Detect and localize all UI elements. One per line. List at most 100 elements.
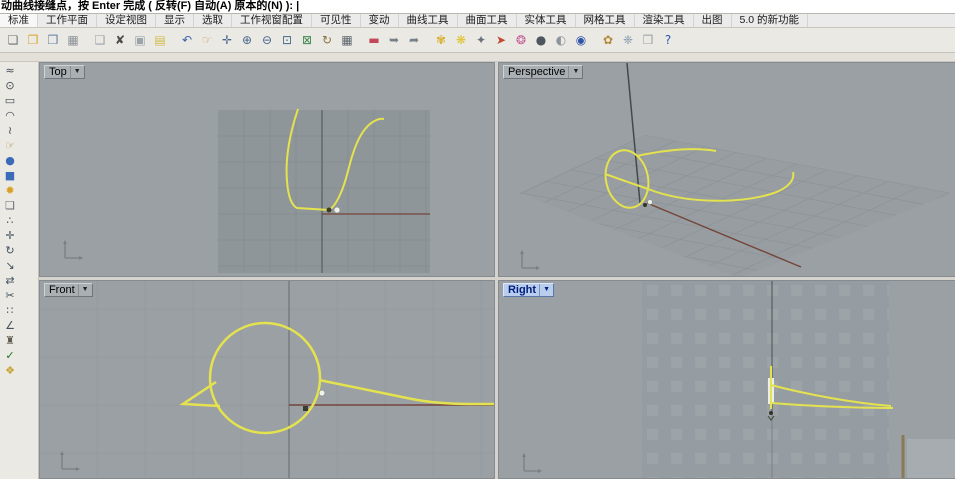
- view-undo-icon[interactable]: ➥: [385, 31, 403, 49]
- main-area: ≈ ⊙ ▭ ◠ ≀ ☞ ● ■ ✹ ❏ ∴ ✛ ↻ ↘ ⇄ ✂ ∷ ∠ ♜ ✓ ❖ Top ▼: [0, 62, 955, 479]
- rotate-icon[interactable]: ↻: [1, 244, 19, 258]
- explode-icon[interactable]: ✹: [1, 184, 19, 198]
- zoom-extents-icon[interactable]: ⊠: [298, 31, 316, 49]
- cplane-axis-icon: [519, 250, 540, 270]
- profile-curve[interactable]: [179, 321, 494, 435]
- pan-hand-icon[interactable]: ☞: [1, 139, 19, 153]
- material-icon[interactable]: ✿: [599, 31, 617, 49]
- menu-tab[interactable]: 5.0 的新功能: [732, 14, 809, 27]
- pan-hand-icon[interactable]: ☞: [198, 31, 216, 49]
- lock-icon[interactable]: ✦: [472, 31, 490, 49]
- menu-tab[interactable]: 曲线工具: [399, 14, 458, 27]
- rectangle-icon[interactable]: ▭: [1, 94, 19, 108]
- viewport-front-canvas[interactable]: [39, 281, 495, 479]
- render-sphere-icon[interactable]: ◉: [572, 31, 590, 49]
- viewport-top[interactable]: Top ▼: [38, 62, 495, 277]
- viewport-menu-arrow-icon[interactable]: ▼: [69, 66, 82, 78]
- zoom-in-icon[interactable]: ⊕: [238, 31, 256, 49]
- viewport-layout-icon[interactable]: ▦: [338, 31, 356, 49]
- save-icon[interactable]: ❒: [44, 31, 62, 49]
- snapshot-icon[interactable]: ❈: [619, 31, 637, 49]
- delete-icon[interactable]: ✘: [111, 31, 129, 49]
- menu-tab[interactable]: 变动: [361, 14, 399, 27]
- paint-bucket-icon[interactable]: ❖: [1, 364, 19, 378]
- paste-icon[interactable]: ▤: [151, 31, 169, 49]
- seam-point-handle[interactable]: [318, 389, 326, 397]
- menu-tab[interactable]: 工作平面: [38, 14, 97, 27]
- zoom-dynamic-icon[interactable]: ✛: [218, 31, 236, 49]
- menu-tab[interactable]: 选取: [194, 14, 232, 27]
- viewport-front[interactable]: Front ▼: [38, 280, 495, 479]
- cascade-windows-icon[interactable]: ❒: [639, 31, 657, 49]
- seam-point-marker[interactable]: [642, 203, 647, 207]
- trim-icon[interactable]: ✂: [1, 289, 19, 303]
- print-icon[interactable]: ▦: [64, 31, 82, 49]
- seam-point-marker[interactable]: [768, 411, 773, 415]
- command-prompt[interactable]: 动曲线接缝点，按 Enter 完成 ( 反转(F) 自动(A) 原本的(N) )…: [0, 0, 955, 14]
- seam-point-handle[interactable]: [333, 206, 341, 214]
- lamp-icon[interactable]: ✾: [432, 31, 450, 49]
- xray-sphere-icon[interactable]: ◐: [552, 31, 570, 49]
- control-points-icon[interactable]: ≈: [1, 64, 19, 78]
- move-icon[interactable]: ✛: [1, 229, 19, 243]
- viewport-perspective-canvas[interactable]: [499, 63, 955, 277]
- open-folder-icon[interactable]: ❐: [24, 31, 42, 49]
- angle-icon[interactable]: ∠: [1, 319, 19, 333]
- viewport-top-canvas[interactable]: [40, 63, 495, 277]
- sphere-icon[interactable]: ●: [1, 154, 19, 168]
- viewport-menu-arrow-icon[interactable]: ▼: [568, 66, 580, 78]
- menu-tab[interactable]: 设定视图: [97, 14, 156, 27]
- menu-tab[interactable]: 曲面工具: [458, 14, 517, 27]
- menu-tab[interactable]: 实体工具: [517, 14, 576, 27]
- help-icon[interactable]: ?: [659, 31, 677, 49]
- undo-icon[interactable]: ↶: [178, 31, 196, 49]
- viewport-menu-arrow-icon[interactable]: ▼: [539, 284, 551, 296]
- curve-icon[interactable]: ≀: [1, 124, 19, 138]
- export-page-icon[interactable]: ❑: [91, 31, 109, 49]
- check-icon[interactable]: ✓: [1, 349, 19, 363]
- seam-point-marker[interactable]: [326, 207, 332, 213]
- viewport-top-title[interactable]: Top ▼: [43, 65, 85, 79]
- menu-tab[interactable]: 显示: [156, 14, 194, 27]
- viewport-perspective[interactable]: Perspective ▼: [497, 62, 955, 277]
- grid-patch: [217, 110, 430, 273]
- menu-tab[interactable]: 出图: [694, 14, 732, 27]
- viewport-front-title[interactable]: Front ▼: [43, 283, 93, 297]
- copy-icon[interactable]: ▣: [131, 31, 149, 49]
- toolbar-gap-strip: [0, 53, 955, 62]
- menu-tab[interactable]: 标准: [0, 14, 38, 27]
- render-cone-icon[interactable]: ➤: [492, 31, 510, 49]
- viewport-right[interactable]: Right ▼: [497, 280, 955, 479]
- point-icon[interactable]: ⊙: [1, 79, 19, 93]
- seam-point-handle[interactable]: [647, 199, 653, 205]
- viewport-perspective-title[interactable]: Perspective ▼: [502, 65, 584, 79]
- curve-points-icon[interactable]: ∴: [1, 214, 19, 228]
- zoom-window-icon[interactable]: ⊡: [278, 31, 296, 49]
- menu-tab[interactable]: 可见性: [312, 14, 361, 27]
- viewport-right-title[interactable]: Right ▼: [502, 283, 554, 297]
- viewport-right-canvas[interactable]: [499, 281, 955, 479]
- bulb-on-icon[interactable]: ❋: [452, 31, 470, 49]
- array-icon[interactable]: ∷: [1, 304, 19, 318]
- menu-tab[interactable]: 工作视窗配置: [232, 14, 312, 27]
- arc-icon[interactable]: ◠: [1, 109, 19, 123]
- color-wheel-icon[interactable]: ❂: [512, 31, 530, 49]
- tower-icon[interactable]: ♜: [1, 334, 19, 348]
- viewport-title-label: Perspective: [507, 66, 566, 78]
- menu-tab[interactable]: 渲染工具: [635, 14, 694, 27]
- stack-icon[interactable]: ❏: [1, 199, 19, 213]
- seam-point-marker[interactable]: [302, 406, 308, 411]
- rotate-view-icon[interactable]: ↻: [318, 31, 336, 49]
- hide-objects-icon[interactable]: ▬: [365, 31, 383, 49]
- viewport-menu-arrow-icon[interactable]: ▼: [77, 284, 90, 296]
- new-file-icon[interactable]: ❏: [4, 31, 22, 49]
- menu-tab-bar: 标准 工作平面 设定视图 显示 选取 工作视窗配置 可见性 变动 曲线工具 曲面工具 实体工具 网格工…: [0, 14, 955, 28]
- menu-tab[interactable]: 网格工具: [576, 14, 635, 27]
- scale-icon[interactable]: ↘: [1, 259, 19, 273]
- mirror-icon[interactable]: ⇄: [1, 274, 19, 288]
- view-redo-icon[interactable]: ➦: [405, 31, 423, 49]
- standard-toolbar: ❏ ❐ ❒ ▦ ❑ ✘ ▣ ▤ ↶ ☞ ✛ ⊕ ⊖ ⊡ ⊠ ↻ ▦ ▬ ➥ ➦ ✾ ❋ ✦ ➤ ❂ ● ◐ ◉ ✿ ❈ ❒?: [0, 28, 955, 53]
- solid-box-icon[interactable]: ■: [1, 169, 19, 183]
- shaded-sphere-icon[interactable]: ●: [532, 31, 550, 49]
- zoom-out-icon[interactable]: ⊖: [258, 31, 276, 49]
